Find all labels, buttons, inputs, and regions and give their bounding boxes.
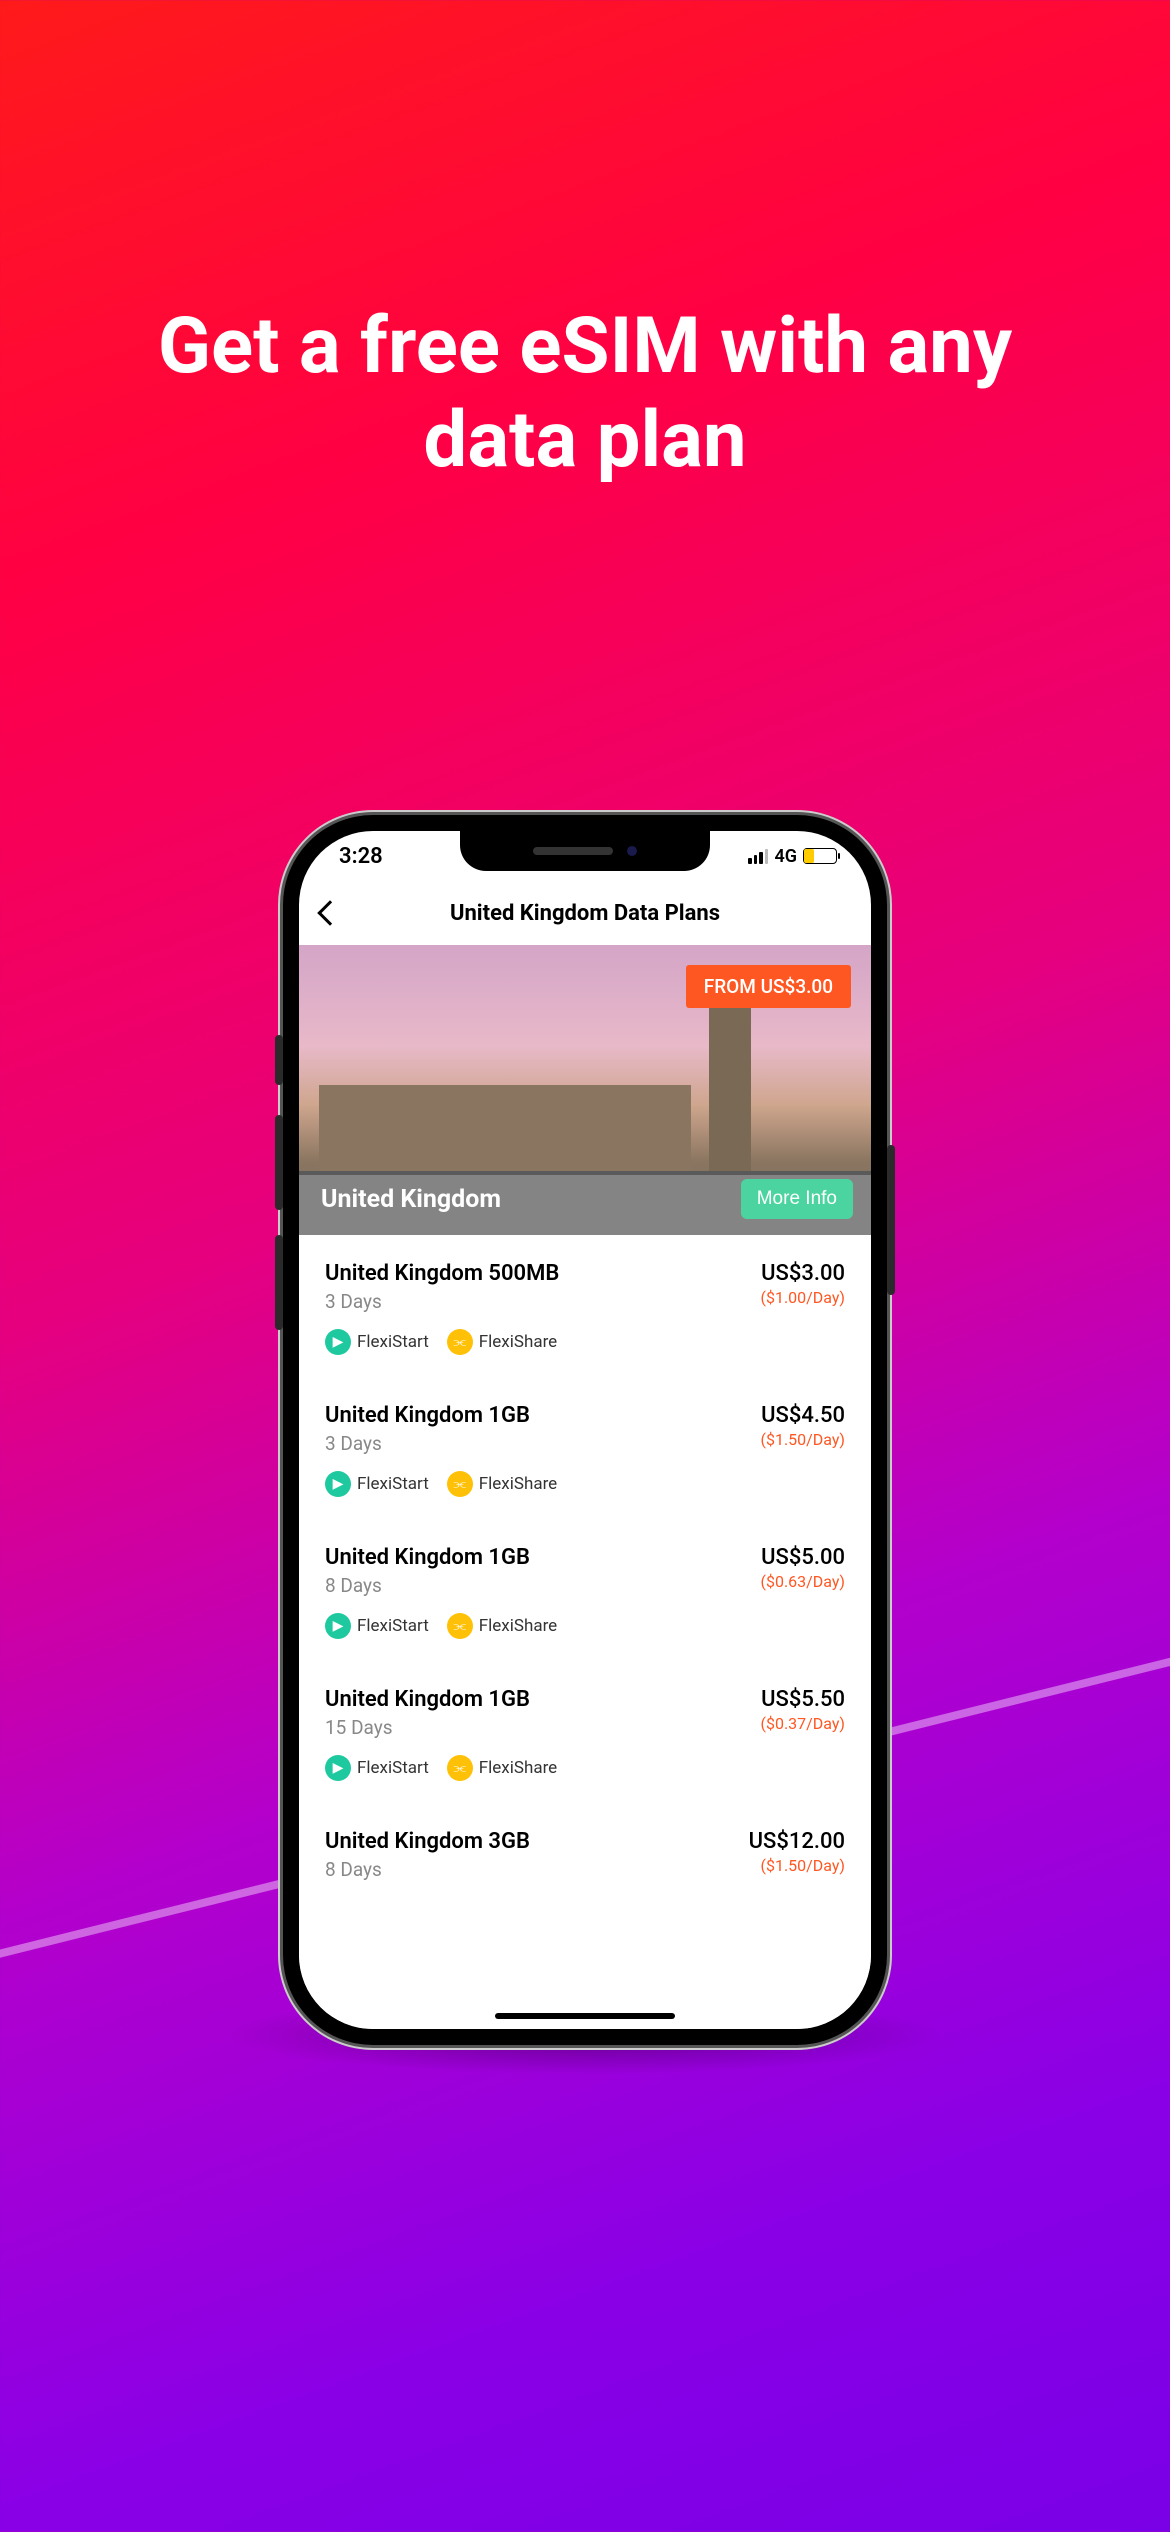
flexistart-badge: ▶ FlexiStart — [325, 1329, 429, 1355]
flexistart-badge: ▶ FlexiStart — [325, 1613, 429, 1639]
plan-duration: 8 Days — [325, 1574, 530, 1597]
plan-per-day: ($1.50/Day) — [761, 1430, 846, 1449]
play-icon: ▶ — [325, 1755, 351, 1781]
nav-bar: United Kingdom Data Plans — [299, 881, 871, 945]
flexishare-label: FlexiShare — [479, 1332, 557, 1352]
plan-item[interactable]: United Kingdom 1GB 8 Days US$5.00 ($0.63… — [299, 1519, 871, 1661]
plan-item[interactable]: United Kingdom 3GB 8 Days US$12.00 ($1.5… — [299, 1803, 871, 1903]
plan-name: United Kingdom 500MB — [325, 1261, 559, 1286]
flexishare-badge: ⫘ FlexiShare — [447, 1329, 557, 1355]
play-icon: ▶ — [325, 1329, 351, 1355]
phone-side-button — [887, 1145, 895, 1295]
flexistart-badge: ▶ FlexiStart — [325, 1755, 429, 1781]
more-info-button[interactable]: More Info — [741, 1179, 853, 1219]
plan-price: US$5.50 — [761, 1687, 846, 1712]
plan-price: US$4.50 — [761, 1403, 846, 1428]
plan-name: United Kingdom 1GB — [325, 1403, 530, 1428]
plan-duration: 15 Days — [325, 1716, 530, 1739]
page-title: United Kingdom Data Plans — [299, 901, 871, 926]
status-time: 3:28 — [339, 844, 383, 869]
flexistart-label: FlexiStart — [357, 1758, 429, 1778]
plan-list[interactable]: United Kingdom 500MB 3 Days US$3.00 ($1.… — [299, 1235, 871, 2029]
flexishare-label: FlexiShare — [479, 1474, 557, 1494]
plan-per-day: ($0.37/Day) — [761, 1714, 846, 1733]
plan-name: United Kingdom 1GB — [325, 1687, 530, 1712]
phone-notch — [460, 831, 710, 871]
phone-side-button — [275, 1235, 283, 1330]
battery-icon — [803, 848, 837, 864]
play-icon: ▶ — [325, 1613, 351, 1639]
country-name: United Kingdom — [321, 1185, 501, 1214]
status-right: 4G — [748, 846, 837, 867]
plan-per-day: ($1.00/Day) — [761, 1288, 846, 1307]
share-icon: ⫘ — [447, 1613, 473, 1639]
marketing-headline: Get a free eSIM with any data plan — [0, 300, 1170, 487]
plan-item[interactable]: United Kingdom 500MB 3 Days US$3.00 ($1.… — [299, 1235, 871, 1377]
plan-name: United Kingdom 3GB — [325, 1829, 530, 1854]
plan-duration: 3 Days — [325, 1290, 559, 1313]
flexishare-label: FlexiShare — [479, 1616, 557, 1636]
plan-price: US$12.00 — [749, 1829, 845, 1854]
plan-item[interactable]: United Kingdom 1GB 3 Days US$4.50 ($1.50… — [299, 1377, 871, 1519]
status-network: 4G — [774, 846, 797, 867]
home-indicator[interactable] — [495, 2013, 675, 2019]
flexistart-badge: ▶ FlexiStart — [325, 1471, 429, 1497]
hero-image: FROM US$3.00 United Kingdom More Info — [299, 945, 871, 1235]
flexishare-badge: ⫘ FlexiShare — [447, 1613, 557, 1639]
phone-mockup: 3:28 4G United Kingdom Data Plans FRO — [283, 815, 887, 2045]
flexishare-badge: ⫘ FlexiShare — [447, 1471, 557, 1497]
plan-duration: 3 Days — [325, 1432, 530, 1455]
plan-per-day: ($1.50/Day) — [749, 1856, 845, 1875]
phone-side-button — [275, 1035, 283, 1085]
plan-name: United Kingdom 1GB — [325, 1545, 530, 1570]
plan-price: US$5.00 — [761, 1545, 846, 1570]
signal-icon — [748, 849, 768, 864]
share-icon: ⫘ — [447, 1471, 473, 1497]
from-price-badge: FROM US$3.00 — [686, 965, 851, 1008]
share-icon: ⫘ — [447, 1755, 473, 1781]
phone-screen: 3:28 4G United Kingdom Data Plans FRO — [299, 831, 871, 2029]
flexistart-label: FlexiStart — [357, 1332, 429, 1352]
flexishare-label: FlexiShare — [479, 1758, 557, 1778]
flexistart-label: FlexiStart — [357, 1474, 429, 1494]
flexishare-badge: ⫘ FlexiShare — [447, 1755, 557, 1781]
plan-per-day: ($0.63/Day) — [761, 1572, 846, 1591]
plan-item[interactable]: United Kingdom 1GB 15 Days US$5.50 ($0.3… — [299, 1661, 871, 1803]
play-icon: ▶ — [325, 1471, 351, 1497]
speaker-icon — [533, 847, 613, 855]
plan-duration: 8 Days — [325, 1858, 530, 1881]
camera-icon — [627, 846, 637, 856]
flexistart-label: FlexiStart — [357, 1616, 429, 1636]
skyline-graphic — [299, 1025, 871, 1175]
plan-price: US$3.00 — [761, 1261, 846, 1286]
phone-body: 3:28 4G United Kingdom Data Plans FRO — [283, 815, 887, 2045]
phone-side-button — [275, 1115, 283, 1210]
share-icon: ⫘ — [447, 1329, 473, 1355]
